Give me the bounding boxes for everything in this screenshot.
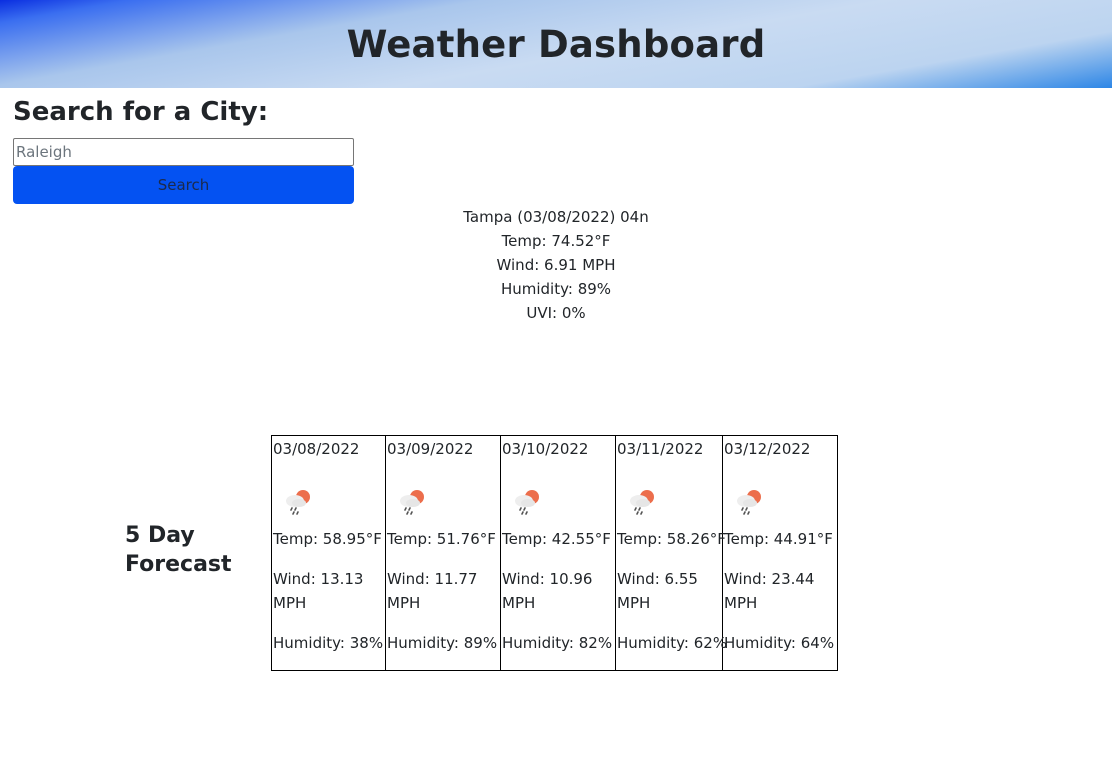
forecast-temp: Temp: 58.26°F xyxy=(617,530,726,548)
forecast-wind: Wind: 6.55 MPH xyxy=(617,570,698,612)
forecast-humidity: Humidity: 89% xyxy=(387,634,498,652)
forecast-date: 03/10/2022 xyxy=(502,440,589,458)
forecast-temp: Temp: 42.55°F xyxy=(502,530,611,548)
forecast-heading: 5 Day Forecast xyxy=(125,523,232,577)
forecast-wind: Wind: 13.13 MPH xyxy=(273,570,364,612)
rain-cloud-sun-icon xyxy=(737,490,761,515)
rain-cloud-sun-icon xyxy=(515,490,539,515)
forecast-wind: Wind: 11.77 MPH xyxy=(387,570,478,612)
forecast-temp: Temp: 44.91°F xyxy=(724,530,833,548)
forecast-date: 03/09/2022 xyxy=(387,440,474,458)
current-uvi: UVI: 0% xyxy=(526,304,586,322)
current-wind: Wind: 6.91 MPH xyxy=(496,256,616,274)
forecast-card: 03/12/2022 Temp: 44.91°F Wind: 23.44 MPH… xyxy=(723,435,838,671)
forecast-humidity: Humidity: 64% xyxy=(724,634,835,652)
forecast-card: 03/10/2022 Temp: 42.55°F Wind: 10.96 MPH… xyxy=(501,435,616,671)
city-search-input[interactable] xyxy=(13,138,354,166)
forecast-cards: 03/08/2022 Temp: 58.95°F Wind: 13.13 MPH… xyxy=(271,435,838,671)
forecast-card: 03/08/2022 Temp: 58.95°F Wind: 13.13 MPH… xyxy=(271,435,386,671)
current-temp: Temp: 74.52°F xyxy=(501,232,611,250)
current-humidity: Humidity: 89% xyxy=(500,280,612,298)
forecast-card: 03/11/2022 Temp: 58.26°F Wind: 6.55 MPH … xyxy=(616,435,727,671)
search-heading: Search for a City: xyxy=(13,97,269,127)
page-title: Weather Dashboard xyxy=(346,22,766,66)
forecast-date: 03/12/2022 xyxy=(724,440,811,458)
search-button[interactable]: Search xyxy=(13,166,354,204)
forecast-temp: Temp: 58.95°F xyxy=(273,530,382,548)
current-city-date: Tampa (03/08/2022) 04n xyxy=(463,208,649,226)
rain-cloud-sun-icon xyxy=(286,490,310,515)
forecast-date: 03/11/2022 xyxy=(617,440,704,458)
forecast-date: 03/08/2022 xyxy=(273,440,360,458)
rain-cloud-sun-icon xyxy=(400,490,424,515)
forecast-humidity: Humidity: 82% xyxy=(502,634,613,652)
forecast-humidity: Humidity: 62% xyxy=(617,634,728,652)
page-header: Weather Dashboard xyxy=(0,0,1112,88)
forecast-humidity: Humidity: 38% xyxy=(273,634,384,652)
forecast-wind: Wind: 23.44 MPH xyxy=(724,570,815,612)
forecast-temp: Temp: 51.76°F xyxy=(387,530,496,548)
forecast-card: 03/09/2022 Temp: 51.76°F Wind: 11.77 MPH… xyxy=(386,435,501,671)
rain-cloud-sun-icon xyxy=(630,490,654,515)
current-weather: Tampa (03/08/2022) 04n Temp: 74.52°F Win… xyxy=(0,205,1112,325)
forecast-wind: Wind: 10.96 MPH xyxy=(502,570,593,612)
